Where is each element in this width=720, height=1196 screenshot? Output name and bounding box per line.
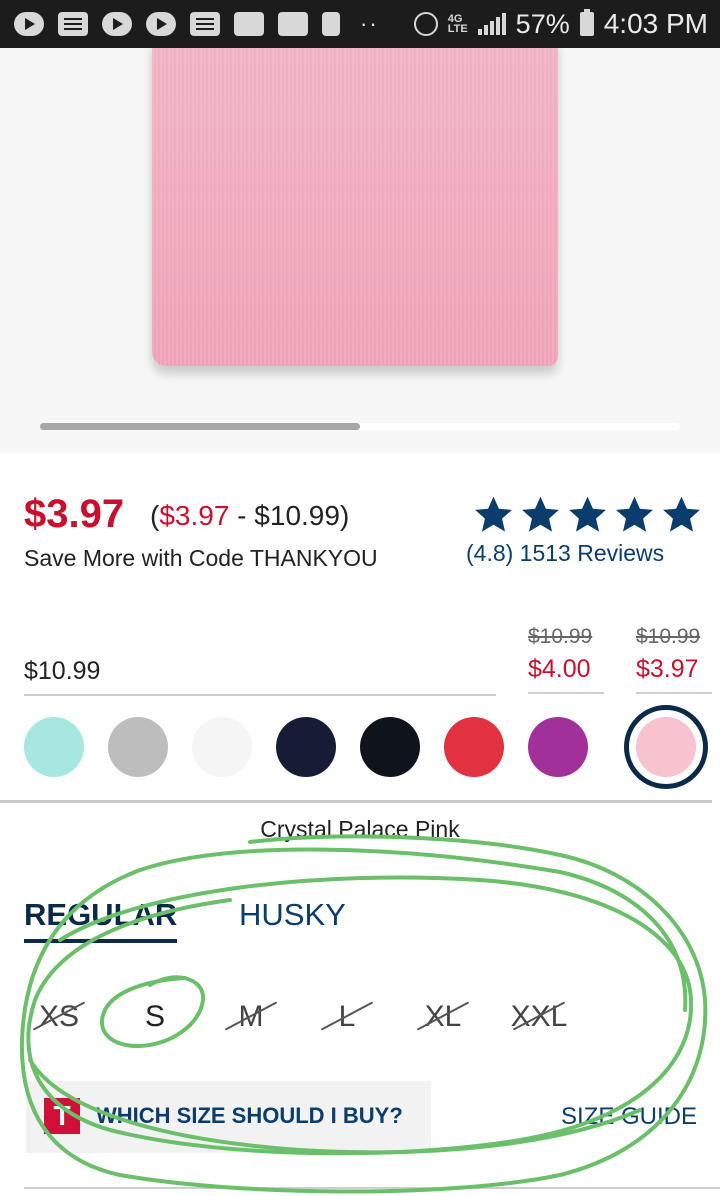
- star-icon: [522, 496, 559, 532]
- fit-tool-icon: T: [44, 1098, 80, 1134]
- promo-code-text: Save More with Code THANKYOU: [24, 545, 378, 571]
- battery-percent: 57%: [515, 8, 570, 39]
- original-price: $10.99: [636, 625, 701, 648]
- clock-time: 4:03 PM: [603, 8, 708, 39]
- rating-stars[interactable]: [472, 494, 703, 536]
- section-divider: [0, 800, 712, 803]
- youtube-icon: [146, 12, 176, 36]
- size-option-xl[interactable]: XL: [408, 995, 478, 1039]
- selected-color-name: Crystal Palace Pink: [260, 816, 460, 842]
- color-swatch[interactable]: [528, 717, 588, 777]
- price-option-underline: [636, 692, 712, 694]
- message-icon: [58, 12, 88, 36]
- product-photo: [152, 48, 558, 366]
- active-tab-indicator: [24, 939, 178, 943]
- star-icon: [569, 496, 606, 532]
- product-image-carousel[interactable]: [0, 48, 720, 453]
- size-option-xs[interactable]: XS: [24, 995, 94, 1039]
- size-help-text[interactable]: WHICH SIZE SHOULD I BUY?: [96, 1103, 403, 1129]
- base-price-option[interactable]: $10.99: [24, 657, 100, 686]
- battery-plus-icon: [322, 12, 340, 36]
- tab-regular[interactable]: REGULAR: [24, 897, 178, 943]
- voicemail-icon: [234, 12, 264, 36]
- color-swatch[interactable]: [108, 717, 168, 777]
- size-option-s[interactable]: S: [120, 995, 190, 1039]
- carousel-progress-thumb: [40, 423, 360, 430]
- price-option[interactable]: $10.99 $4.00: [528, 625, 604, 694]
- size-option-m[interactable]: M: [216, 995, 286, 1039]
- color-swatch[interactable]: [360, 717, 420, 777]
- color-swatch[interactable]: [444, 717, 504, 777]
- current-price: $3.97: [24, 492, 125, 536]
- youtube-icon: [14, 12, 44, 36]
- color-swatch-selected[interactable]: [636, 717, 696, 777]
- price-range: ($3.97 - $10.99): [150, 500, 350, 531]
- youtube-icon: [102, 12, 132, 36]
- sale-price: $3.97: [636, 655, 699, 683]
- color-swatch[interactable]: [192, 717, 252, 777]
- star-icon: [616, 496, 653, 532]
- price-option[interactable]: $10.99 $3.97: [636, 625, 712, 694]
- sale-price: $4.00: [528, 655, 591, 683]
- price-option-underline: [528, 692, 604, 694]
- base-price-underline: [24, 694, 496, 696]
- edit-icon: [278, 12, 308, 36]
- tab-husky[interactable]: HUSKY: [239, 897, 346, 933]
- alarm-icon: [413, 12, 438, 36]
- reviews-link[interactable]: (4.8) 1513 Reviews: [466, 540, 664, 567]
- size-option-xxl[interactable]: XXL: [504, 995, 574, 1039]
- star-icon: [475, 496, 512, 532]
- star-icon: [663, 496, 700, 532]
- lte-icon: 4G LTE: [447, 13, 468, 35]
- original-price: $10.99: [528, 625, 593, 648]
- battery-icon: [579, 9, 594, 36]
- more-dots-icon: ··: [360, 11, 379, 36]
- size-guide-link[interactable]: SIZE GUIDE: [561, 1103, 697, 1131]
- color-swatch[interactable]: [276, 717, 336, 777]
- size-option-l[interactable]: L: [312, 995, 382, 1039]
- message-alert-icon: [190, 12, 220, 36]
- bottom-divider: [24, 1187, 720, 1189]
- carousel-progress-track: [40, 423, 680, 430]
- signal-icon: [477, 13, 506, 35]
- color-swatch[interactable]: [24, 717, 84, 777]
- status-bar: ·· 4G LTE 57% 4:03 PM: [0, 0, 720, 48]
